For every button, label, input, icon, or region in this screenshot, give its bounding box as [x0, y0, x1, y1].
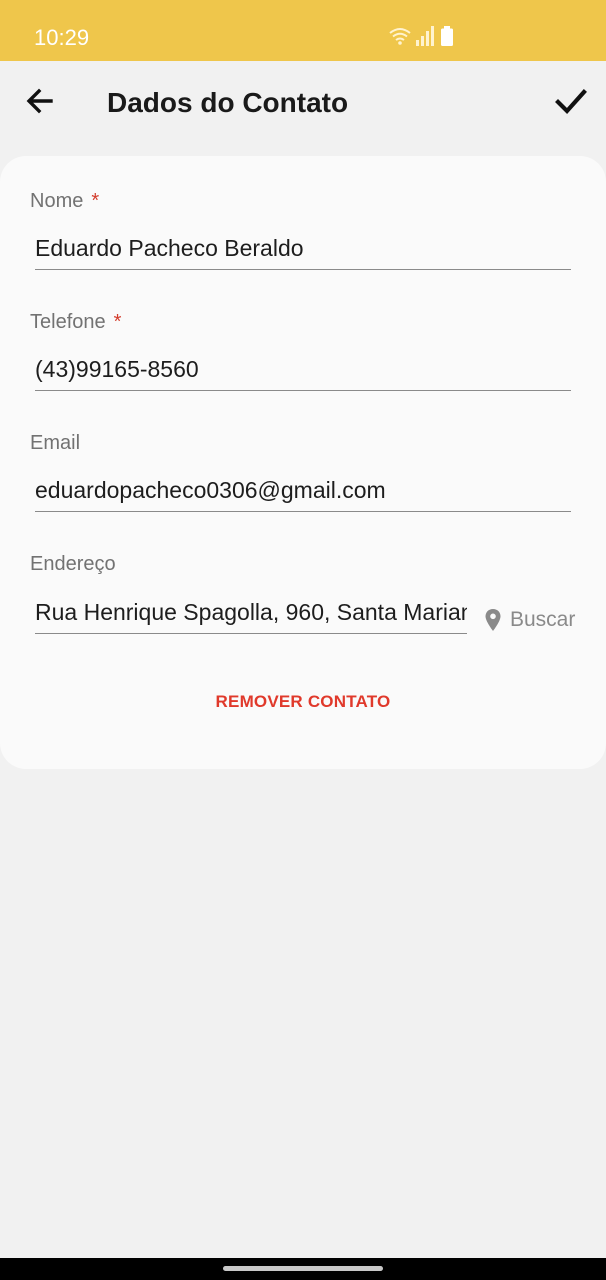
phone-label: Telefone *: [30, 311, 122, 333]
search-label: Buscar: [510, 608, 576, 631]
email-label: Email: [30, 432, 81, 454]
signal-icon: [416, 26, 434, 46]
address-field[interactable]: Rua Henrique Spagolla, 960, Santa Marian…: [35, 594, 467, 634]
required-mark: *: [113, 311, 122, 333]
app-bar: Dados do Contato: [0, 61, 606, 146]
search-address-button[interactable]: Buscar: [484, 605, 575, 635]
checkmark-icon: [555, 89, 587, 115]
save-button[interactable]: [548, 81, 592, 121]
navigation-bar: [0, 1258, 606, 1280]
back-button[interactable]: [20, 81, 60, 121]
status-time: 10:29: [34, 25, 90, 50]
name-field[interactable]: Eduardo Pacheco Beraldo: [35, 230, 571, 270]
address-label: Endereço: [30, 553, 116, 575]
location-pin-icon: [485, 609, 501, 631]
page-title: Dados do Contato: [107, 87, 349, 118]
home-indicator[interactable]: [223, 1266, 383, 1271]
phone-field[interactable]: (43)99165-8560: [35, 351, 571, 391]
name-label: Nome *: [30, 190, 100, 212]
wifi-icon: [389, 28, 411, 45]
battery-icon: [441, 26, 453, 46]
arrow-left-icon: [26, 88, 53, 114]
required-mark: *: [91, 190, 100, 212]
email-field[interactable]: eduardopacheco0306@gmail.com: [35, 472, 571, 512]
contact-form-card: Nome * Eduardo Pacheco Beraldo Telefone * …: [0, 156, 606, 769]
remove-contact-button[interactable]: REMOVER CONTATO: [0, 692, 606, 712]
status-bar: 10:29: [0, 0, 606, 61]
